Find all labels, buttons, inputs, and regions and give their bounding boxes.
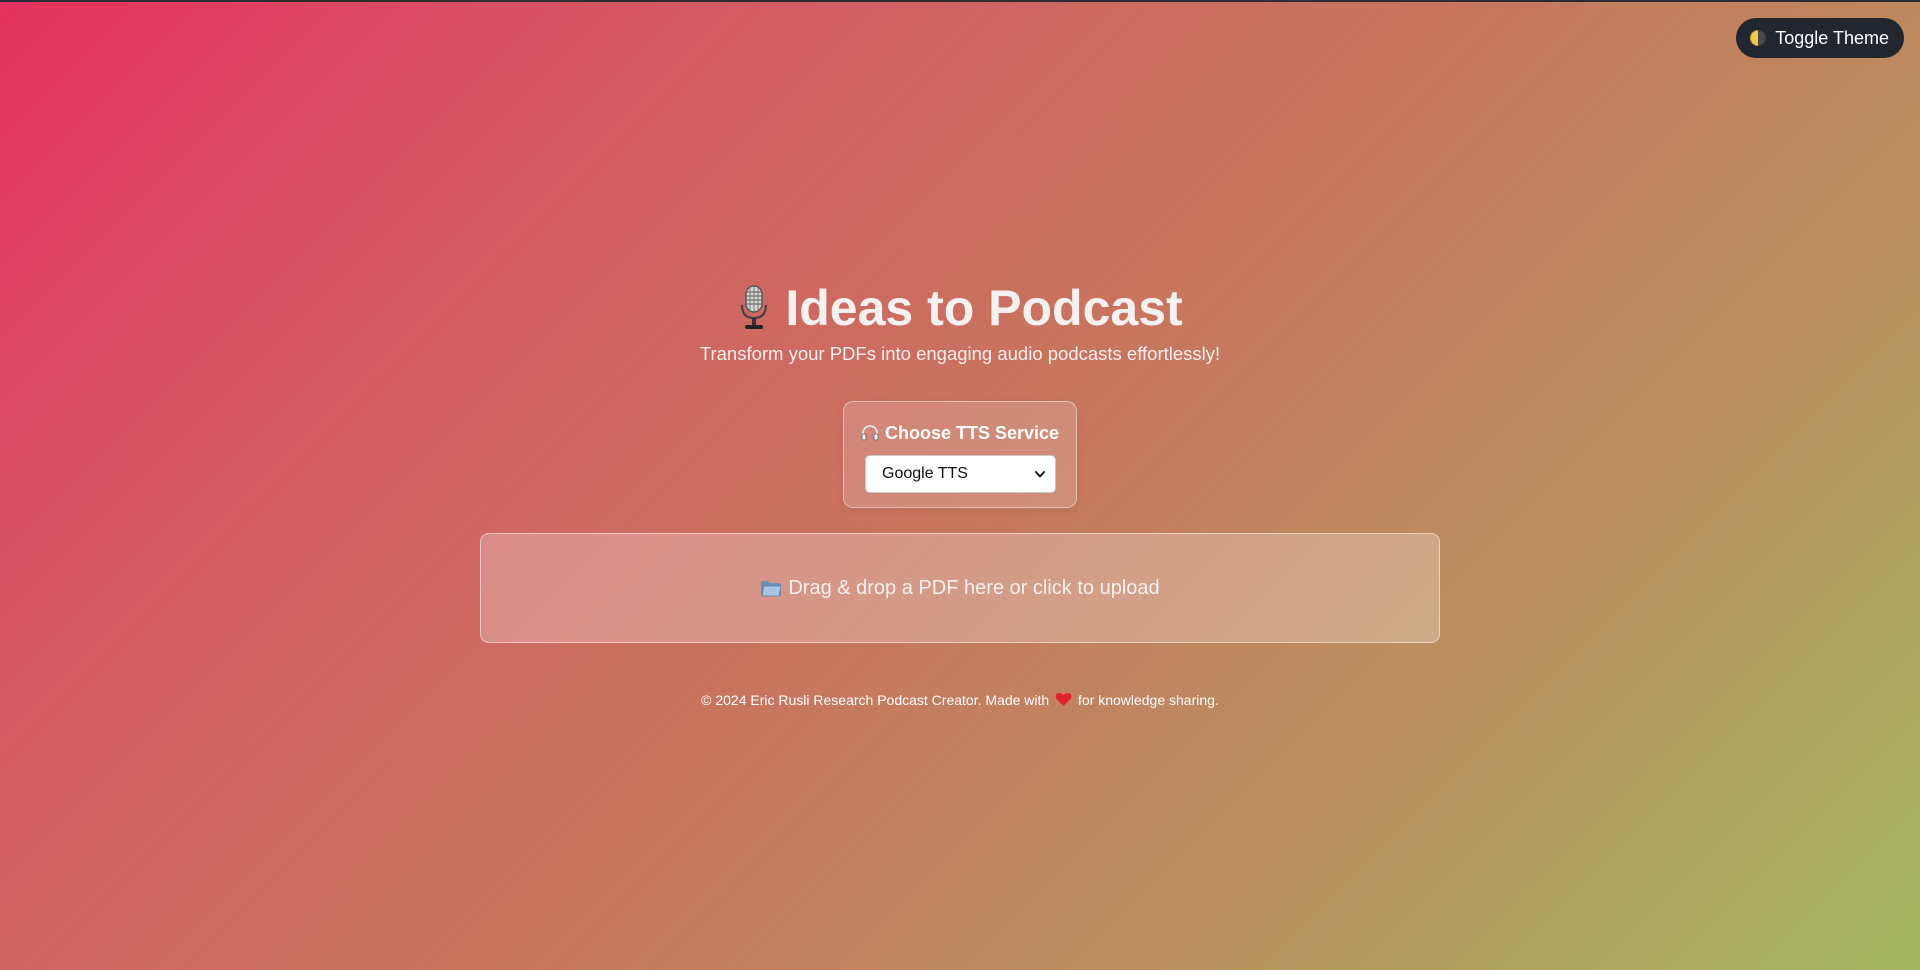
heart-icon	[1055, 692, 1072, 706]
tts-service-card: Choose TTS Service Google TTS	[843, 401, 1077, 508]
toggle-theme-button[interactable]: Toggle Theme	[1736, 18, 1904, 58]
page-subtitle: Transform your PDFs into engaging audio …	[699, 343, 1221, 364]
moon-icon	[1750, 30, 1767, 46]
toggle-theme-label: Toggle Theme	[1775, 27, 1889, 48]
pdf-upload-dropzone[interactable]: Drag & drop a PDF here or click to uploa…	[480, 533, 1440, 643]
tts-service-label-text: Choose TTS Service	[884, 423, 1060, 443]
headphones-icon	[861, 425, 879, 441]
window-top-border	[0, 0, 1920, 2]
pdf-upload-label: Drag & drop a PDF here or click to uploa…	[788, 576, 1160, 599]
footer-text-before: © 2024 Eric Rusli Research Podcast Creat…	[701, 692, 1050, 708]
page-title-text: Ideas to Podcast	[785, 280, 1183, 336]
footer: © 2024 Eric Rusli Research Podcast Creat…	[0, 692, 1920, 708]
page-title: Ideas to Podcast	[0, 278, 1920, 338]
folder-icon	[761, 580, 782, 596]
tts-service-selected-value: Google TTS	[882, 465, 968, 482]
tts-service-label: Choose TTS Service	[844, 423, 1076, 444]
chevron-down-icon	[1035, 470, 1045, 477]
tts-service-select[interactable]: Google TTS	[865, 455, 1056, 493]
footer-text-after: for knowledge sharing.	[1077, 692, 1219, 708]
microphone-icon	[741, 285, 768, 329]
